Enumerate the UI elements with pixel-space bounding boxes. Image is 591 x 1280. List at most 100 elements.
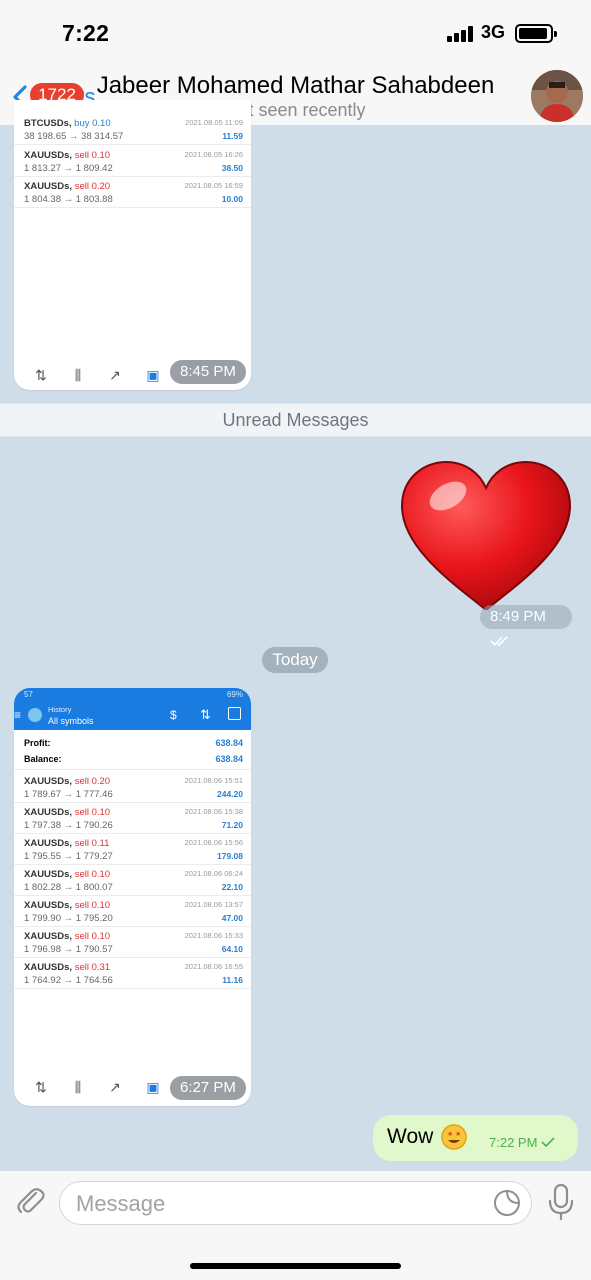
trade-price: 1 764.92 → 1 764.56 [24, 975, 113, 986]
trade-profit: 244.20 [217, 789, 243, 799]
check-icon [541, 1137, 555, 1148]
chart-icon: ⫼ [74, 367, 82, 383]
trade-side: sell 0.10 [74, 869, 111, 880]
image-message-1[interactable]: BTCUSDs, buy 0.10 38 198.65 → 38 314.57 … [14, 100, 251, 390]
sticker-icon[interactable] [493, 1189, 521, 1217]
trade-row: XAUUSDs, sell 0.31 1 764.92 → 1 764.56 2… [14, 958, 251, 989]
trade-row: XAUUSDs, sell 0.20 1 804.38 → 1 803.88 2… [14, 177, 251, 208]
trade-side: sell 0.10 [74, 150, 111, 161]
status-bar: 7:22 3G [0, 0, 591, 66]
trade-side: sell 0.10 [74, 900, 111, 911]
trade-date: 2021.08.06 13:57 [184, 900, 243, 909]
trade-row: XAUUSDs, sell 0.10 1 797.38 → 1 790.26 2… [14, 803, 251, 834]
outgoing-message[interactable]: Wow ★ ★ 7:22 PM [373, 1115, 578, 1161]
trade-price: 1 797.38 → 1 790.26 [24, 820, 113, 831]
trade-price: 1 804.38 → 1 803.88 [24, 194, 113, 205]
trade-price: 1 799.90 → 1 795.20 [24, 913, 113, 924]
trade-profit: 10.00 [221, 194, 243, 204]
trade-date: 2021.08.05 11:09 [185, 118, 243, 127]
network-type: 3G [481, 22, 506, 42]
trade-row: XAUUSDs, sell 0.20 1 789.67 → 1 777.46 2… [14, 772, 251, 803]
trade-side: sell 0.11 [74, 838, 110, 849]
trade-row: BTCUSDs, buy 0.10 38 198.65 → 38 314.57 … [14, 114, 251, 145]
trade-side: sell 0.20 [74, 181, 111, 192]
battery-icon [515, 24, 557, 43]
trade-date: 2021.08.06 16:55 [184, 962, 243, 971]
trade-symbol: XAUUSDs [24, 869, 70, 880]
trade-date: 2021.08.05 16:26 [184, 150, 243, 159]
trade-side: sell 0.10 [74, 931, 111, 942]
trade-price: 1 802.28 → 1 800.07 [24, 882, 113, 893]
trade-symbol: BTCUSDs [24, 118, 69, 129]
app-subtitle: All symbols [48, 716, 94, 726]
trade-row: XAUUSDs, sell 0.10 1 813.27 → 1 809.42 2… [14, 146, 251, 177]
profit-value: 638.84 [215, 738, 243, 748]
trade-symbol: XAUUSDs [24, 181, 70, 192]
trade-profit: 179.08 [217, 851, 243, 861]
trade-symbol: XAUUSDs [24, 838, 70, 849]
heart-message[interactable]: 8:49 PM [400, 460, 572, 647]
trade-price: 1 789.67 → 1 777.46 [24, 789, 113, 800]
trade-icon: ↗ [109, 367, 121, 383]
trade-profit: 22.10 [221, 882, 243, 892]
trade-price: 1 813.27 → 1 809.42 [24, 163, 113, 174]
app-logo-icon [28, 708, 42, 722]
svg-text:★: ★ [455, 1130, 461, 1138]
avatar[interactable] [531, 70, 583, 122]
trade-profit: 38.50 [221, 163, 243, 173]
message-input[interactable] [76, 1190, 476, 1218]
trade-profit: 71.20 [221, 820, 243, 830]
profit-label: Profit: [24, 738, 51, 748]
trade-symbol: XAUUSDs [24, 900, 70, 911]
star-struck-emoji-icon: ★ ★ [441, 1124, 467, 1150]
trade-date: 2021.08.06 15:33 [184, 931, 243, 940]
image-message-2[interactable]: 57 69% ≡ History All symbols $ ⇅ Profit:… [14, 688, 251, 1106]
message-time: 6:27 PM [170, 1076, 246, 1100]
signal-icon [447, 26, 473, 42]
unread-messages-divider: Unread Messages [0, 403, 591, 437]
balance-label: Balance: [24, 754, 62, 764]
message-time: 8:45 PM [170, 360, 246, 384]
menu-icon: ≡ [14, 708, 22, 722]
message-field[interactable] [59, 1181, 532, 1225]
trade-row: XAUUSDs, sell 0.10 1 802.28 → 1 800.07 2… [14, 865, 251, 896]
trade-row: XAUUSDs, sell 0.11 1 795.55 → 1 779.27 2… [14, 834, 251, 865]
composer-bar [0, 1170, 591, 1280]
history-icon: ▣ [146, 367, 160, 383]
chart-icon: ⫼ [74, 1079, 82, 1095]
avatar-photo [531, 70, 583, 122]
chat-title[interactable]: Jabeer Mohamed Mathar Sahabdeen [0, 72, 591, 100]
heart-emoji-icon [400, 460, 572, 612]
trade-date: 2021.08.05 16:59 [184, 181, 243, 190]
trade-symbol: XAUUSDs [24, 931, 70, 942]
quotes-icon: ⇅ [35, 367, 47, 383]
currency-icon: $ [170, 708, 177, 722]
app-title: History [48, 705, 72, 714]
trade-symbol: XAUUSDs [24, 962, 70, 973]
trade-profit: 11.16 [222, 975, 243, 985]
trade-date: 2021.08.06 15:51 [184, 776, 243, 785]
trade-price: 1 795.55 → 1 779.27 [24, 851, 113, 862]
date-divider: Today [262, 647, 328, 673]
trade-side: sell 0.31 [74, 962, 111, 973]
trade-row: XAUUSDs, sell 0.10 1 796.98 → 1 790.57 2… [14, 927, 251, 958]
app-header: 57 69% ≡ History All symbols $ ⇅ [14, 688, 251, 730]
trade-side: buy 0.10 [74, 118, 111, 129]
message-time: 8:49 PM [490, 608, 546, 625]
phone-battery: 69% [226, 690, 243, 699]
trade-side: sell 0.10 [74, 807, 111, 818]
quotes-icon: ⇅ [35, 1079, 47, 1095]
trade-profit: 11.59 [222, 131, 243, 141]
trade-row: XAUUSDs, sell 0.10 1 799.90 → 1 795.20 2… [14, 896, 251, 927]
svg-text:★: ★ [447, 1130, 453, 1138]
trade-profit: 64.10 [221, 944, 243, 954]
trade-price: 1 796.98 → 1 790.57 [24, 944, 113, 955]
double-check-icon [490, 636, 508, 647]
paperclip-icon[interactable] [14, 1185, 48, 1219]
trade-price: 38 198.65 → 38 314.57 [24, 131, 124, 142]
trade-icon: ↗ [109, 1079, 121, 1095]
trade-symbol: XAUUSDs [24, 776, 70, 787]
trade-date: 2021.08.06 15:56 [184, 838, 243, 847]
microphone-icon[interactable] [546, 1183, 576, 1221]
trade-symbol: XAUUSDs [24, 807, 70, 818]
